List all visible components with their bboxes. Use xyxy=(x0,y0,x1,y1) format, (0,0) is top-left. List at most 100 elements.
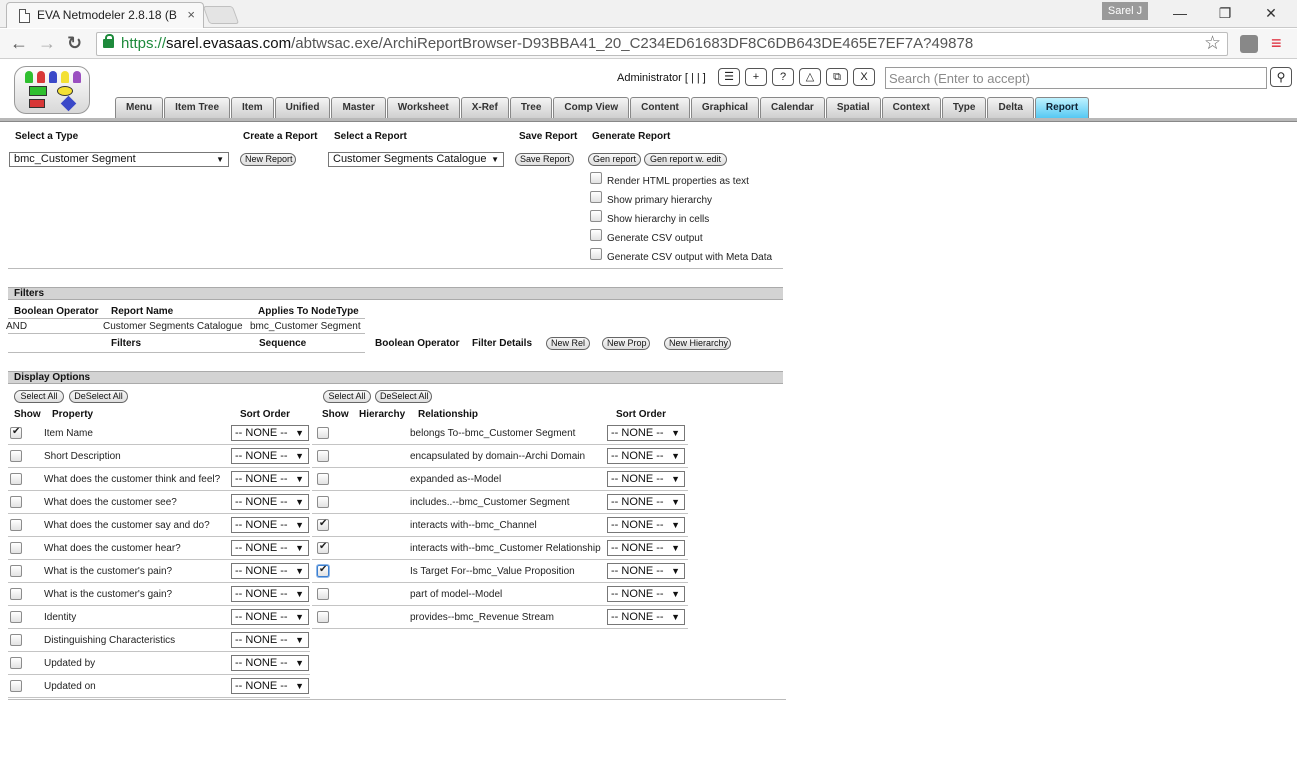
tab-menu[interactable]: Menu xyxy=(115,97,164,118)
tab-content[interactable]: Content xyxy=(630,97,690,118)
deselect-all-properties-button[interactable]: DeSelect All xyxy=(69,390,128,403)
gen-report-edit-button[interactable]: Gen report w. edit xyxy=(644,153,727,166)
relationship-show-checkbox[interactable] xyxy=(317,427,329,439)
tab-comp-view[interactable]: Comp View xyxy=(553,97,630,118)
add-button[interactable]: + xyxy=(745,68,767,86)
relationship-show-checkbox[interactable] xyxy=(317,496,329,508)
relationship-sort-select[interactable]: -- NONE -- ▼ xyxy=(607,494,685,510)
property-sort-select[interactable]: -- NONE -- ▼ xyxy=(231,655,309,671)
property-sort-select[interactable]: -- NONE -- ▼ xyxy=(231,517,309,533)
property-sort-select[interactable]: -- NONE -- ▼ xyxy=(231,632,309,648)
relationship-show-checkbox[interactable] xyxy=(317,541,329,554)
copy-window-button[interactable]: ⧉ xyxy=(826,68,848,86)
save-report-button[interactable]: Save Report xyxy=(515,153,574,166)
report-select[interactable]: Customer Segments Catalogue ▼ xyxy=(328,152,504,167)
relationship-show-checkbox[interactable] xyxy=(317,450,329,462)
bookmark-star-icon[interactable]: ☆ xyxy=(1204,32,1221,55)
up-button[interactable]: △ xyxy=(799,68,821,86)
relationship-sort-select[interactable]: -- NONE -- ▼ xyxy=(607,425,685,441)
property-sort-select[interactable]: -- NONE -- ▼ xyxy=(231,563,309,579)
property-sort-select[interactable]: -- NONE -- ▼ xyxy=(231,448,309,464)
browser-menu-icon[interactable]: ≡ xyxy=(1271,33,1282,54)
primary-hierarchy-checkbox[interactable] xyxy=(590,191,602,203)
relationship-sort-select[interactable]: -- NONE -- ▼ xyxy=(607,586,685,602)
property-show-checkbox[interactable] xyxy=(10,588,22,600)
deselect-all-relationships-button[interactable]: DeSelect All xyxy=(375,390,432,403)
relationship-sort-select[interactable]: -- NONE -- ▼ xyxy=(607,471,685,487)
relationship-sort-select[interactable]: -- NONE -- ▼ xyxy=(607,563,685,579)
tab-close-icon[interactable]: × xyxy=(187,3,195,27)
property-sort-select[interactable]: -- NONE -- ▼ xyxy=(231,609,309,625)
property-show-checkbox[interactable] xyxy=(10,611,22,623)
tab-item[interactable]: Item xyxy=(231,97,274,118)
new-rel-button[interactable]: New Rel xyxy=(546,337,590,350)
tab-report[interactable]: Report xyxy=(1034,97,1090,118)
user-badge[interactable]: Sarel J xyxy=(1102,2,1148,20)
tab-delta[interactable]: Delta xyxy=(987,97,1034,118)
relationship-show-checkbox[interactable] xyxy=(317,518,329,531)
tab-unified[interactable]: Unified xyxy=(274,97,331,118)
close-app-button[interactable]: X xyxy=(853,68,875,86)
property-show-checkbox[interactable] xyxy=(10,496,22,508)
property-sort-select[interactable]: -- NONE -- ▼ xyxy=(231,540,309,556)
tab-worksheet[interactable]: Worksheet xyxy=(386,97,460,118)
csv-meta-checkbox[interactable] xyxy=(590,248,602,260)
tab-type[interactable]: Type xyxy=(941,97,987,118)
minimize-button[interactable]: — xyxy=(1170,4,1190,22)
property-sort-select[interactable]: -- NONE -- ▼ xyxy=(231,471,309,487)
relationship-sort-select[interactable]: -- NONE -- ▼ xyxy=(607,448,685,464)
forward-icon[interactable]: → xyxy=(38,33,56,53)
property-show-checkbox[interactable] xyxy=(10,450,22,462)
select-all-properties-button[interactable]: Select All xyxy=(14,390,64,403)
new-prop-button[interactable]: New Prop xyxy=(602,337,650,350)
relationship-sort-select[interactable]: -- NONE -- ▼ xyxy=(607,540,685,556)
tab-x-ref[interactable]: X-Ref xyxy=(460,97,509,118)
new-hierarchy-button[interactable]: New Hierarchy xyxy=(664,337,731,350)
property-sort-select[interactable]: -- NONE -- ▼ xyxy=(231,425,309,441)
property-sort-select[interactable]: -- NONE -- ▼ xyxy=(231,678,309,694)
new-tab-button[interactable] xyxy=(202,6,240,24)
render-html-checkbox[interactable] xyxy=(590,172,602,184)
tab-context[interactable]: Context xyxy=(881,97,941,118)
property-show-checkbox[interactable] xyxy=(10,473,22,485)
reload-icon[interactable]: ↻ xyxy=(67,33,82,53)
property-show-checkbox[interactable] xyxy=(10,657,22,669)
relationship-show-checkbox[interactable] xyxy=(317,611,329,623)
property-show-checkbox[interactable] xyxy=(10,680,22,692)
property-show-checkbox[interactable] xyxy=(10,542,22,554)
property-sort-select[interactable]: -- NONE -- ▼ xyxy=(231,494,309,510)
tab-calendar[interactable]: Calendar xyxy=(760,97,825,118)
property-show-checkbox[interactable] xyxy=(10,519,22,531)
relationship-show-checkbox[interactable] xyxy=(317,473,329,485)
gen-report-button[interactable]: Gen report xyxy=(588,153,641,166)
property-show-checkbox[interactable] xyxy=(10,426,22,439)
search-icon[interactable]: ⚲ xyxy=(1270,67,1292,87)
relationship-sort-select[interactable]: -- NONE -- ▼ xyxy=(607,609,685,625)
tab-graphical[interactable]: Graphical xyxy=(690,97,760,118)
tab-spatial[interactable]: Spatial xyxy=(825,97,881,118)
hierarchy-cells-checkbox[interactable] xyxy=(590,210,602,222)
search-input[interactable] xyxy=(885,67,1267,89)
eva-logo[interactable] xyxy=(14,66,90,114)
close-window-button[interactable]: ✕ xyxy=(1261,4,1281,22)
browser-tab[interactable]: EVA Netmodeler 2.8.18 (B × xyxy=(6,2,204,28)
property-sort-select[interactable]: -- NONE -- ▼ xyxy=(231,586,309,602)
help-button[interactable]: ? xyxy=(772,68,794,86)
tab-tree[interactable]: Tree xyxy=(509,97,553,118)
property-show-checkbox[interactable] xyxy=(10,634,22,646)
relationship-show-checkbox[interactable] xyxy=(317,564,329,577)
type-select[interactable]: bmc_Customer Segment ▼ xyxy=(9,152,229,167)
property-show-checkbox[interactable] xyxy=(10,565,22,577)
new-report-button[interactable]: New Report xyxy=(240,153,296,166)
menu-list-button[interactable]: ☰ xyxy=(718,68,740,86)
url-field[interactable]: https://sarel.evasaas.com/abtwsac.exe/Ar… xyxy=(96,32,1228,56)
csv-output-checkbox[interactable] xyxy=(590,229,602,241)
maximize-button[interactable]: ❐ xyxy=(1215,4,1235,22)
extension-icon[interactable] xyxy=(1240,35,1258,53)
relationship-sort-select[interactable]: -- NONE -- ▼ xyxy=(607,517,685,533)
tab-item-tree[interactable]: Item Tree xyxy=(164,97,231,118)
back-icon[interactable]: ← xyxy=(10,33,28,53)
tab-master[interactable]: Master xyxy=(331,97,386,118)
relationship-show-checkbox[interactable] xyxy=(317,588,329,600)
select-all-relationships-button[interactable]: Select All xyxy=(323,390,371,403)
